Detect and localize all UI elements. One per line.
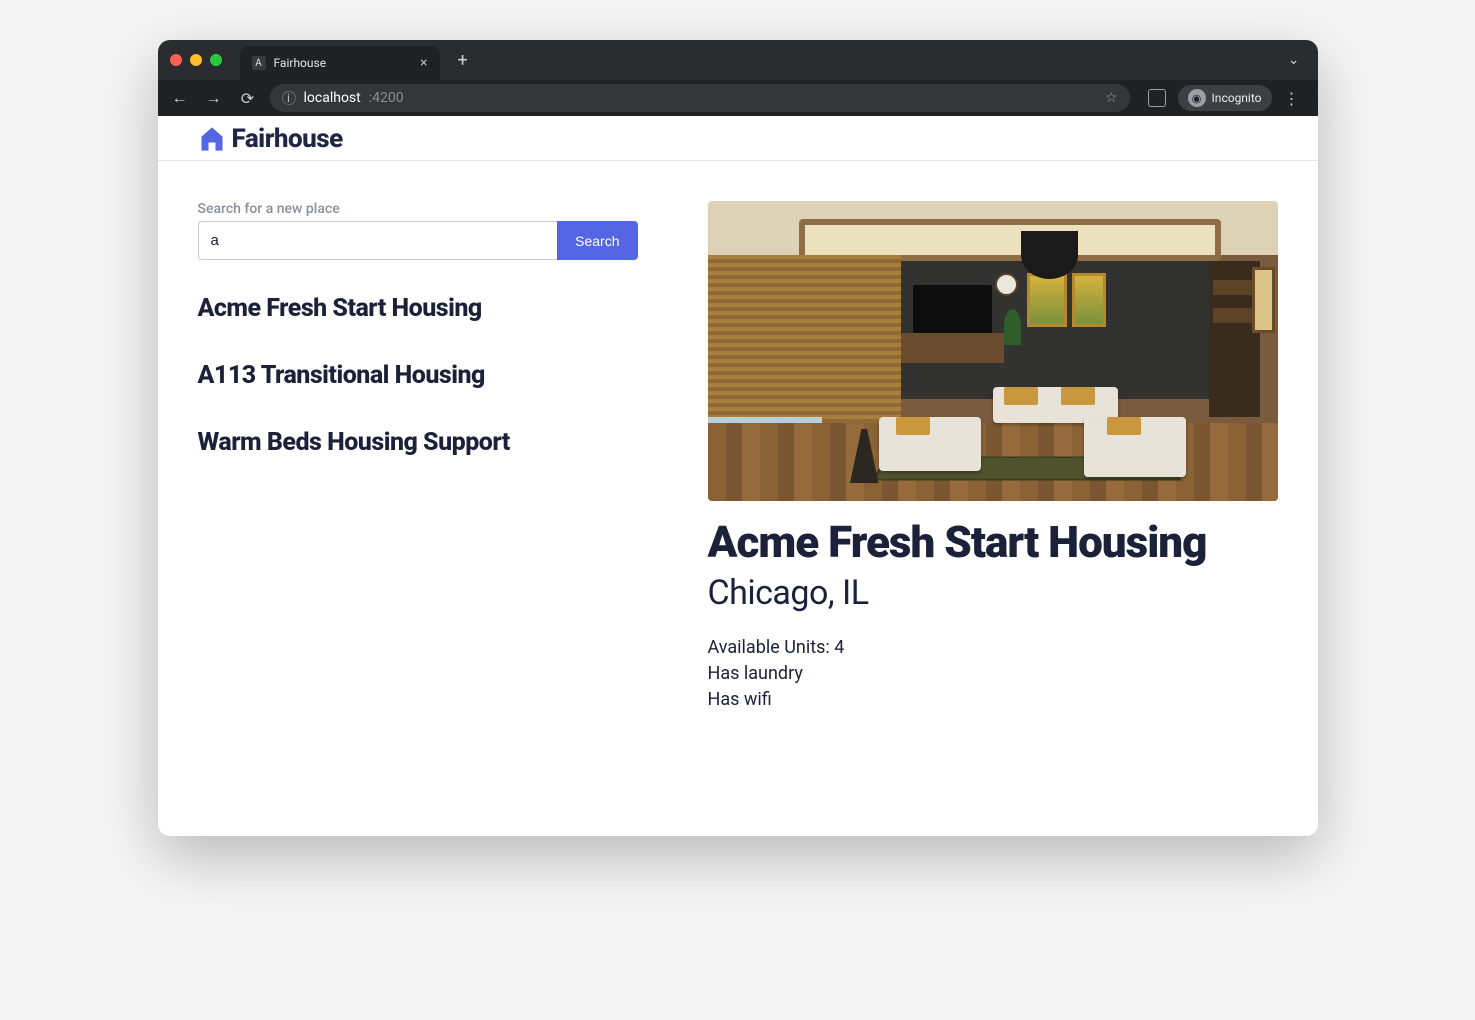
search-row: Search — [198, 221, 638, 260]
window-controls — [170, 54, 222, 66]
tab-favicon: A — [252, 56, 266, 70]
has-laundry: Has laundry — [708, 661, 1278, 687]
browser-menu-icon[interactable]: ⋮ — [1284, 89, 1300, 108]
forward-button[interactable]: → — [202, 88, 226, 108]
available-units: Available Units: 4 — [708, 635, 1278, 661]
tabs-dropdown-icon[interactable]: ⌄ — [1282, 52, 1306, 68]
incognito-badge[interactable]: ◉ Incognito — [1178, 85, 1272, 111]
content: Search for a new place Search Acme Fresh… — [158, 161, 1318, 743]
reload-button[interactable]: ⟳ — [236, 89, 260, 108]
minimize-window-button[interactable] — [190, 54, 202, 66]
url-host: localhost — [304, 90, 361, 106]
browser-window: A Fairhouse × + ⌄ ← → ⟳ i localhost :4200… — [158, 40, 1318, 836]
incognito-label: Incognito — [1212, 91, 1262, 105]
tab-close-icon[interactable]: × — [420, 55, 427, 71]
left-column: Search for a new place Search Acme Fresh… — [198, 201, 638, 713]
incognito-icon: ◉ — [1188, 89, 1206, 107]
brand-name: Fairhouse — [232, 124, 343, 154]
url-port: :4200 — [369, 90, 404, 106]
page: Fairhouse Search for a new place Search … — [158, 116, 1318, 836]
bookmark-icon[interactable]: ☆ — [1105, 90, 1118, 106]
result-item[interactable]: Acme Fresh Start Housing — [198, 294, 638, 323]
close-window-button[interactable] — [170, 54, 182, 66]
house-logo-icon — [198, 125, 226, 153]
right-column: Acme Fresh Start Housing Chicago, IL Ava… — [708, 201, 1278, 713]
site-info-icon[interactable]: i — [282, 91, 296, 105]
extensions-icon[interactable] — [1148, 89, 1166, 107]
toolbar-right: ◉ Incognito ⋮ — [1140, 85, 1308, 111]
back-button[interactable]: ← — [168, 88, 192, 108]
titlebar: A Fairhouse × + ⌄ — [158, 40, 1318, 80]
search-label: Search for a new place — [198, 201, 638, 217]
search-button[interactable]: Search — [557, 221, 637, 260]
results-list: Acme Fresh Start Housing A113 Transition… — [198, 294, 638, 457]
search-input[interactable] — [198, 221, 558, 260]
has-wifi: Has wifi — [708, 687, 1278, 713]
maximize-window-button[interactable] — [210, 54, 222, 66]
browser-tab[interactable]: A Fairhouse × — [240, 46, 440, 80]
listing-features: Available Units: 4 Has laundry Has wifi — [708, 635, 1278, 713]
listing-title: Acme Fresh Start Housing — [708, 519, 1278, 567]
result-item[interactable]: A113 Transitional Housing — [198, 361, 638, 390]
app-header: Fairhouse — [158, 116, 1318, 161]
new-tab-button[interactable]: + — [448, 50, 478, 71]
listing-photo — [708, 201, 1278, 501]
url-field[interactable]: i localhost :4200 ☆ — [270, 84, 1130, 112]
listing-location: Chicago, IL — [708, 573, 1278, 613]
tab-title: Fairhouse — [274, 56, 327, 70]
address-bar: ← → ⟳ i localhost :4200 ☆ ◉ Incognito ⋮ — [158, 80, 1318, 116]
result-item[interactable]: Warm Beds Housing Support — [198, 428, 638, 457]
